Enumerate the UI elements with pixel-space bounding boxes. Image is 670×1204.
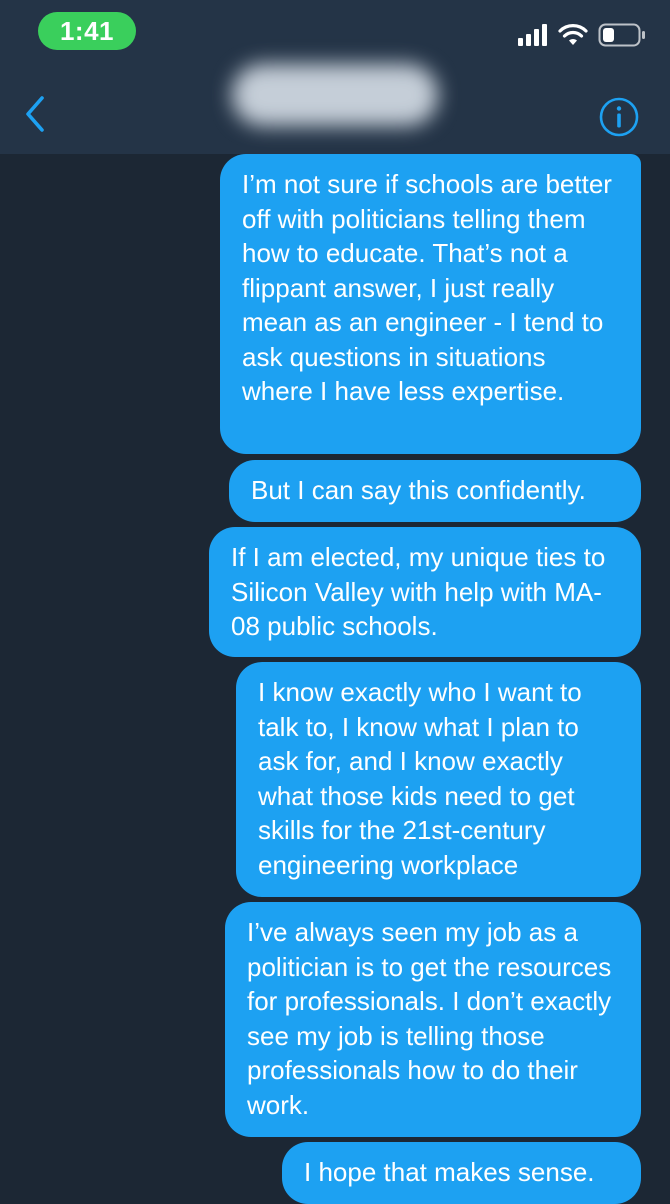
status-bar: 1:41 (0, 0, 670, 62)
message-bubble-5[interactable]: I’ve always seen my job as a politician … (225, 902, 641, 1137)
contact-name[interactable] (232, 64, 438, 126)
message-bubble-6[interactable]: I hope that makes sense. (282, 1142, 641, 1204)
message-bubble-2[interactable]: But I can say this confidently. (229, 460, 641, 522)
battery-icon (598, 23, 645, 47)
conversation-header (0, 62, 670, 154)
info-button[interactable] (598, 96, 640, 138)
wifi-icon (558, 24, 588, 45)
info-icon (599, 97, 639, 137)
cellular-signal-icon (518, 24, 547, 46)
message-bubble-1[interactable]: I’m not sure if schools are better off w… (220, 154, 641, 454)
status-time[interactable]: 1:41 (38, 12, 136, 50)
status-icons (518, 20, 646, 50)
message-thread[interactable]: I’m not sure if schools are better off w… (0, 154, 670, 1204)
message-bubble-3[interactable]: If I am elected, my unique ties to Silic… (209, 527, 641, 657)
chevron-left-icon (26, 96, 44, 132)
message-bubble-4[interactable]: I know exactly who I want to talk to, I … (236, 662, 641, 897)
back-button[interactable] (20, 94, 54, 134)
